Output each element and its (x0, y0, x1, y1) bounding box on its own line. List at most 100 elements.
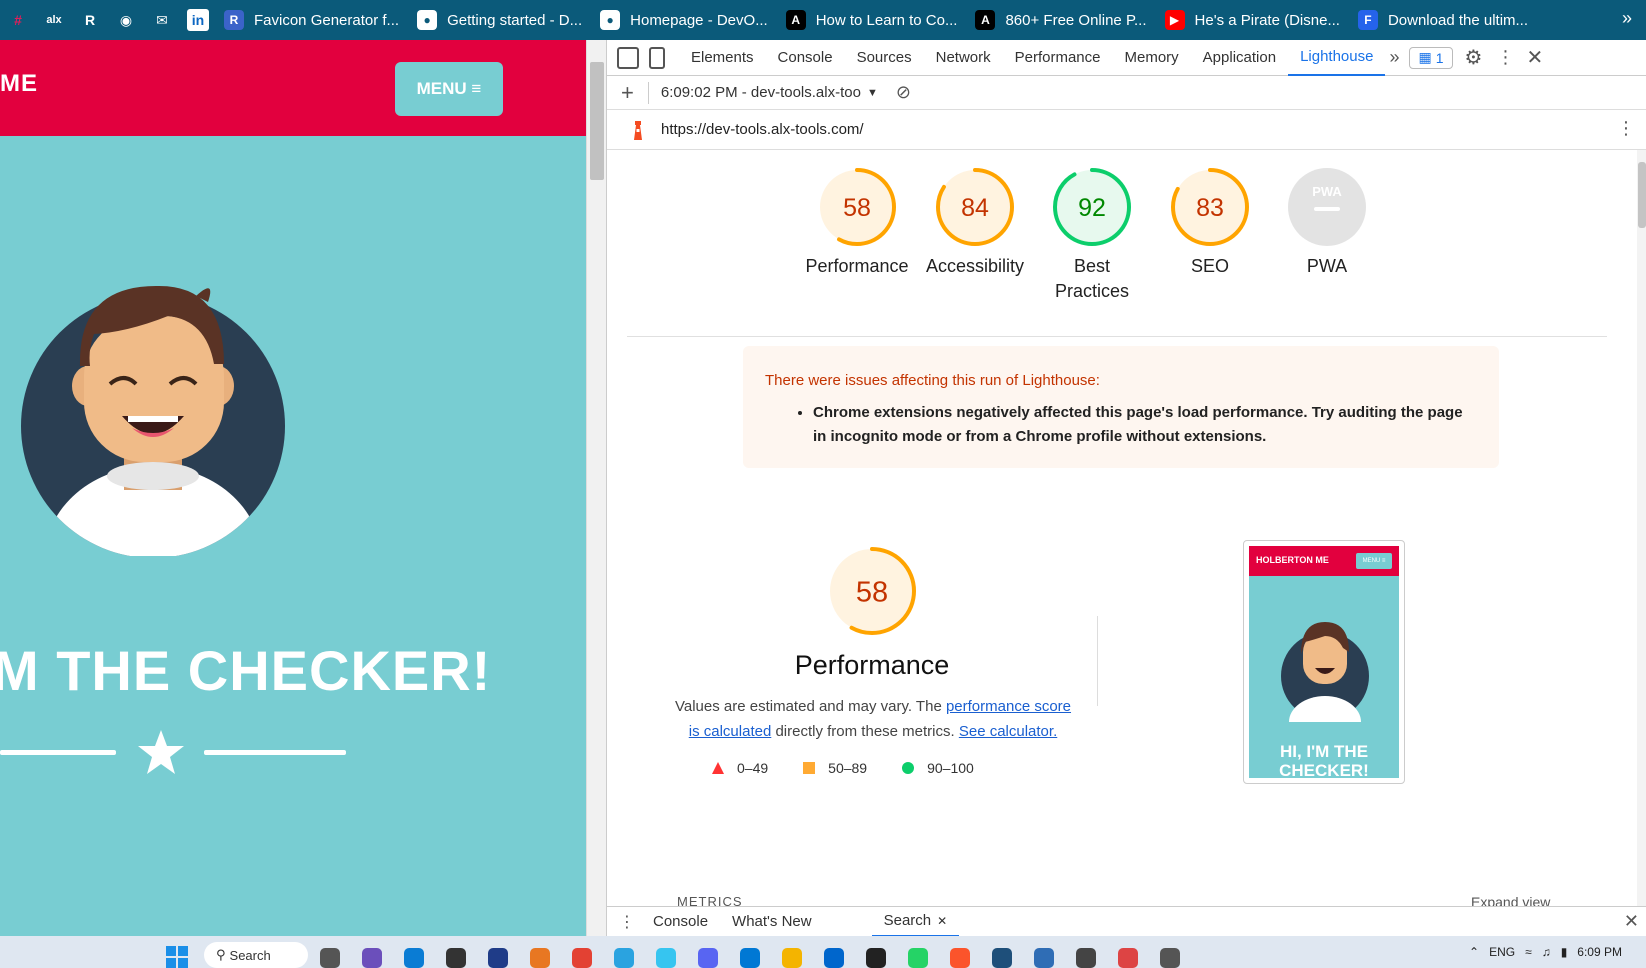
taskbar-app-icon[interactable] (992, 948, 1012, 968)
bookmark-item[interactable]: ● Getting started - D... (417, 10, 582, 30)
gauge-score: 83 (1196, 194, 1224, 222)
language-indicator[interactable]: ENG (1489, 945, 1515, 959)
taskbar-search[interactable]: ⚲ Search (204, 942, 308, 968)
page-scrollbar[interactable] (586, 40, 606, 936)
menu-button[interactable]: MENU ≡ (395, 62, 503, 116)
taskbar-app-icon[interactable] (782, 948, 802, 968)
performance-separator (1097, 616, 1098, 706)
metrics-heading: METRICS (677, 894, 743, 906)
os-taskbar: ⚲ Search ⌃ ENG ≈ ♫ ▮ 6:09 PM (0, 936, 1646, 968)
linkedin-icon[interactable]: in (187, 9, 209, 31)
report-menu-icon[interactable]: ⋮ (1617, 118, 1635, 139)
taskbar-app-icon[interactable] (404, 948, 424, 968)
tab-performance[interactable]: Performance (1003, 40, 1113, 76)
bookmark-favicon-icon: ● (417, 10, 438, 30)
inspect-icon[interactable] (617, 46, 639, 69)
taskbar-app-icon[interactable] (320, 948, 340, 968)
wifi-icon[interactable]: ≈ (1525, 945, 1532, 959)
bookmark-favicon-icon: R (224, 10, 244, 30)
battery-icon[interactable]: ▮ (1561, 945, 1568, 959)
gauge-best-practices[interactable]: 92 Best Practices (1032, 166, 1152, 304)
tab-application[interactable]: Application (1191, 40, 1288, 76)
gauge-score: 58 (856, 576, 888, 608)
drawer-tab-what-s-new[interactable]: What's New (720, 907, 824, 937)
bookmark-label: Getting started - D... (447, 11, 583, 29)
drawer-tab-search[interactable]: Search ✕ (871, 907, 960, 937)
taskbar-app-icon[interactable] (908, 948, 928, 968)
clock[interactable]: 6:09 PM (1577, 945, 1622, 959)
bookmark-label: Favicon Generator f... (254, 11, 400, 29)
tab-sources[interactable]: Sources (845, 40, 924, 76)
tab-memory[interactable]: Memory (1113, 40, 1191, 76)
more-tabs-icon[interactable]: » (1389, 47, 1399, 68)
taskbar-app-icon[interactable] (488, 948, 508, 968)
drawer-close-icon[interactable]: ✕ (1624, 911, 1639, 932)
tab-elements[interactable]: Elements (679, 40, 766, 76)
gauge-label: Best Practices (1054, 256, 1130, 301)
new-report-icon[interactable]: + (621, 80, 634, 106)
gauge-seo[interactable]: 83 SEO (1150, 166, 1270, 279)
issues-badge[interactable]: ▦ 1 (1409, 46, 1453, 69)
taskbar-app-icon[interactable] (446, 948, 466, 968)
taskbar-app-icon[interactable] (362, 948, 382, 968)
devtools-tabbar: Elements Console Sources Network Performance… (607, 40, 1646, 76)
taskbar-app-icon[interactable] (656, 948, 676, 968)
drawer-tab-console[interactable]: Console (641, 907, 720, 937)
devtools-menu-icon[interactable]: ⋮ (1496, 47, 1514, 68)
site-brand[interactable]: ME (0, 70, 38, 98)
slack-icon[interactable]: # (7, 9, 29, 31)
devtools-close-icon[interactable]: ✕ (1526, 45, 1543, 70)
taskbar-app-icon[interactable] (866, 948, 886, 968)
taskbar-app-icon[interactable] (950, 948, 970, 968)
bookmark-item[interactable]: R Favicon Generator f... (224, 10, 399, 30)
alx-icon[interactable]: alx (43, 9, 65, 31)
drawer-tab-label: What's New (732, 913, 812, 930)
taskbar-app-icon[interactable] (1118, 948, 1138, 968)
volume-icon[interactable]: ♫ (1542, 945, 1551, 959)
taskbar-app-icon[interactable] (698, 948, 718, 968)
report-url[interactable]: https://dev-tools.alx-tools.com/ (661, 121, 864, 138)
gauge-accessibility[interactable]: 84 Accessibility (915, 166, 1035, 279)
taskbar-app-icon[interactable] (1034, 948, 1054, 968)
device-toggle-icon[interactable] (649, 46, 665, 69)
report-scrollbar[interactable] (1637, 150, 1646, 906)
tab-network[interactable]: Network (924, 40, 1003, 76)
taskbar-app-icon[interactable] (824, 948, 844, 968)
bookmark-item[interactable]: A 860+ Free Online P... (975, 10, 1147, 30)
bookmark-item[interactable]: A How to Learn to Co... (785, 10, 958, 30)
bookmarks-more-icon[interactable]: » (1622, 8, 1632, 29)
clear-reports-icon[interactable]: ⊘ (896, 82, 911, 103)
gauge-ring: 58 (818, 168, 896, 246)
r-icon[interactable]: R (79, 9, 101, 31)
tab-console[interactable]: Console (766, 40, 845, 76)
tray-chevron-icon[interactable]: ⌃ (1469, 945, 1479, 959)
mail-icon[interactable]: ✉ (151, 9, 173, 31)
taskbar-app-icon[interactable] (614, 948, 634, 968)
see-calculator-link[interactable]: See calculator. (959, 723, 1057, 740)
gauge-pwa[interactable]: PWA PWA (1267, 166, 1387, 279)
bookmark-item[interactable]: ● Homepage - DevO... (600, 10, 768, 30)
close-tab-icon[interactable]: ✕ (937, 914, 947, 928)
taskbar-app-icon[interactable] (1076, 948, 1096, 968)
taskbar-app-icon[interactable] (572, 948, 592, 968)
github-icon[interactable]: ◉ (115, 9, 137, 31)
report-selector[interactable]: 6:09:02 PM - dev-tools.alx-too ▼ (661, 84, 878, 101)
drawer-menu-icon[interactable]: ⋮ (619, 912, 635, 932)
expand-view-toggle[interactable]: Expand view (1471, 894, 1550, 906)
windows-start-icon[interactable] (166, 946, 188, 968)
gauge-performance[interactable]: 58 Performance (797, 166, 917, 279)
report-divider (647, 81, 649, 104)
taskbar-app-icon[interactable] (530, 948, 550, 968)
settings-gear-icon[interactable]: ⚙ (1465, 45, 1483, 70)
bookmark-item[interactable]: ▶ He's a Pirate (Disne... (1164, 10, 1340, 30)
bookmark-item[interactable]: F Download the ultim... (1357, 10, 1528, 30)
final-screenshot[interactable]: HOLBERTON ME MENU ≡ HI, I'M THE CHECKER! (1243, 540, 1405, 784)
square-icon (803, 762, 816, 774)
thumb-avatar (1281, 622, 1369, 722)
bookmark-label: How to Learn to Co... (815, 11, 958, 29)
search-icon: ⚲ (216, 947, 226, 962)
taskbar-app-icon[interactable] (1160, 948, 1180, 968)
taskbar-app-icon[interactable] (740, 948, 760, 968)
tab-lighthouse[interactable]: Lighthouse (1288, 40, 1386, 76)
thumb-header: HOLBERTON ME MENU ≡ (1249, 546, 1399, 576)
